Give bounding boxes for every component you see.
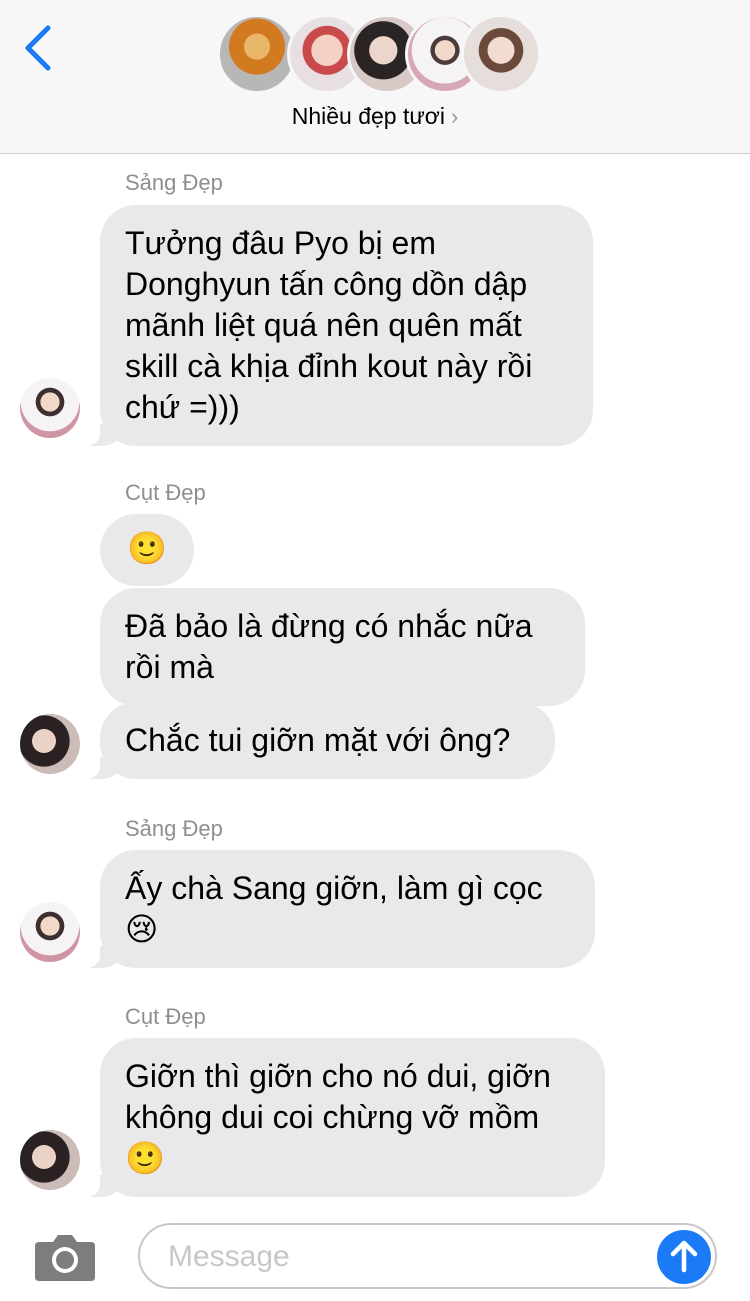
avatar[interactable]: [20, 378, 80, 438]
message-text: Giỡn thì giỡn cho nó dui, giỡn không dui…: [125, 1058, 551, 1176]
message-text: Ấy chà Sang giỡn, làm gì cọc 😢: [125, 870, 543, 947]
camera-icon: [35, 1235, 95, 1281]
smile-emoji-icon: 🙂: [127, 530, 167, 566]
sender-name: Sảng Đẹp: [125, 170, 223, 195]
send-arrow-icon: [670, 1240, 698, 1273]
message-bubble[interactable]: Đã bảo là đừng có nhắc nữa rồi mà: [100, 588, 585, 706]
conversation-header: Nhiều đẹp tươi ›: [0, 0, 750, 154]
message-input[interactable]: Message: [138, 1223, 717, 1289]
message-bubble[interactable]: Giỡn thì giỡn cho nó dui, giỡn không dui…: [78, 1038, 605, 1197]
avatar: [217, 14, 297, 94]
message-bubble[interactable]: 🙂: [100, 514, 194, 586]
back-button[interactable]: [18, 22, 62, 74]
group-avatars[interactable]: [217, 14, 541, 96]
send-button[interactable]: [657, 1230, 711, 1284]
camera-button[interactable]: [33, 1232, 97, 1282]
sender-name: Sảng Đẹp: [125, 816, 223, 841]
message-bubble[interactable]: Tưởng đâu Pyo bị em Donghyun tấn công dồ…: [78, 205, 593, 446]
avatar[interactable]: [20, 714, 80, 774]
sender-name: Cụt Đẹp: [125, 480, 206, 505]
message-text: Đã bảo là đừng có nhắc nữa rồi mà: [125, 608, 533, 685]
chevron-right-icon: ›: [450, 104, 459, 129]
group-name: Nhiều đẹp tươi: [291, 103, 445, 129]
message-placeholder: Message: [168, 1240, 290, 1273]
chevron-left-icon: [25, 25, 51, 71]
message-text: Chắc tui giỡn mặt với ông?: [125, 722, 511, 758]
message-bubble[interactable]: Ấy chà Sang giỡn, làm gì cọc 😢: [78, 850, 595, 968]
group-name-button[interactable]: Nhiều đẹp tươi ›: [0, 103, 750, 130]
message-bubble[interactable]: Chắc tui giỡn mặt với ông?: [78, 702, 555, 779]
avatar[interactable]: [20, 902, 80, 962]
avatar[interactable]: [20, 1130, 80, 1190]
message-text: Tưởng đâu Pyo bị em Donghyun tấn công dồ…: [125, 225, 533, 425]
avatar: [461, 14, 541, 94]
sender-name: Cụt Đẹp: [125, 1004, 206, 1029]
